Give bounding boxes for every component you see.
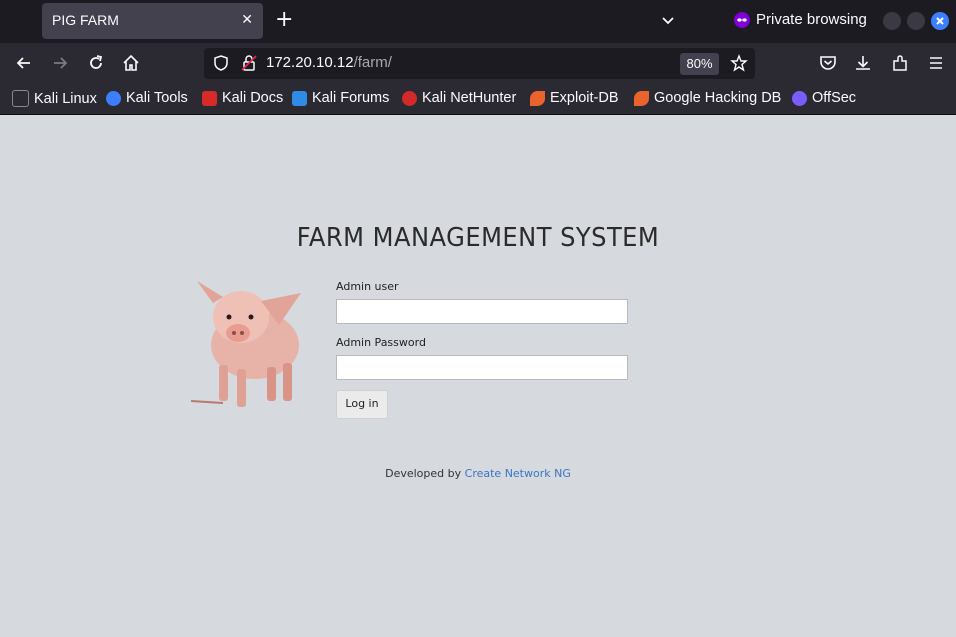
url-host: 172.20.10.12: [266, 54, 354, 71]
pig-image: [190, 281, 301, 407]
bookmark-label: OffSec: [812, 90, 857, 106]
insecure-lock-icon[interactable]: [240, 54, 258, 72]
bookmarks-toolbar: Kali Linux Kali Tools Kali Docs Kali For…: [0, 84, 956, 115]
nav-toolbar: 172.20.10.12/farm/ 80%: [0, 43, 956, 84]
menu-icon[interactable]: [926, 53, 946, 73]
admin-user-label: Admin user: [336, 280, 399, 293]
close-window-button[interactable]: [931, 12, 949, 30]
page-title: FARM MANAGEMENT SYSTEM: [296, 223, 660, 253]
bookmark-kali-nethunter[interactable]: Kali NetHunter: [402, 90, 516, 106]
bookmark-kali-forums[interactable]: Kali Forums: [292, 90, 389, 106]
kali-tools-icon: [106, 90, 121, 106]
bookmark-label: Kali NetHunter: [422, 90, 517, 106]
bookmark-label: Kali Linux: [34, 90, 97, 107]
tab-title: PIG FARM: [52, 12, 119, 28]
footer-text: Developed by: [385, 467, 465, 480]
offsec-icon: [792, 90, 807, 106]
admin-user-input[interactable]: [336, 299, 628, 324]
bookmark-star-icon[interactable]: [730, 54, 748, 72]
developer-link[interactable]: Create Network NG: [465, 467, 571, 480]
bookmark-label: Kali Docs: [222, 90, 284, 106]
new-tab-button[interactable]: +: [275, 9, 293, 31]
footer: Developed by Create Network NG: [0, 467, 956, 480]
bookmark-kali-linux[interactable]: Kali Linux: [12, 90, 97, 107]
kali-forums-icon: [292, 90, 307, 106]
close-tab-icon[interactable]: ✕: [241, 12, 253, 28]
bookmark-kali-tools[interactable]: Kali Tools: [106, 90, 188, 106]
bookmark-label: Kali Tools: [126, 90, 188, 106]
page-content: FARM MANAGEMENT SYSTEM Admin user Admin …: [0, 115, 956, 637]
bookmark-offsec[interactable]: OffSec: [792, 90, 856, 106]
bookmark-label: Kali Forums: [312, 90, 390, 106]
login-button[interactable]: Log in: [336, 390, 388, 419]
reload-icon[interactable]: [86, 53, 106, 73]
kali-dragon-icon: [12, 90, 29, 107]
ghdb-icon: [634, 90, 649, 106]
chevron-down-icon[interactable]: [660, 12, 676, 28]
url-path: /farm/: [353, 54, 392, 71]
pocket-icon[interactable]: [818, 53, 838, 73]
back-arrow-icon[interactable]: [14, 53, 34, 73]
home-icon[interactable]: [121, 53, 141, 73]
zoom-level-button[interactable]: 80%: [680, 53, 719, 75]
admin-password-label: Admin Password: [336, 336, 426, 349]
kali-docs-icon: [202, 90, 217, 106]
admin-password-input[interactable]: [336, 355, 628, 380]
extensions-icon[interactable]: [890, 53, 910, 73]
bookmark-exploit-db[interactable]: Exploit-DB: [530, 90, 619, 106]
close-icon: [936, 17, 944, 25]
kali-nethunter-icon: [402, 90, 417, 106]
bookmark-label: Google Hacking DB: [654, 90, 782, 106]
bookmark-kali-docs[interactable]: Kali Docs: [202, 90, 283, 106]
private-browsing-label: Private browsing: [756, 11, 867, 28]
exploit-db-icon: [530, 90, 545, 106]
forward-arrow-icon[interactable]: [50, 53, 70, 73]
tab-strip: PIG FARM ✕ + Private browsing: [0, 0, 956, 43]
shield-icon[interactable]: [212, 54, 230, 72]
download-icon[interactable]: [853, 53, 873, 73]
private-browsing-indicator: Private browsing: [734, 11, 867, 28]
url-bar[interactable]: 172.20.10.12/farm/ 80%: [204, 48, 755, 79]
minimize-button[interactable]: [883, 12, 901, 30]
url-text[interactable]: 172.20.10.12/farm/: [266, 54, 392, 71]
bookmark-label: Exploit-DB: [550, 90, 619, 106]
maximize-button[interactable]: [907, 12, 925, 30]
tab-pig-farm[interactable]: PIG FARM ✕: [42, 3, 263, 39]
private-mask-icon: [734, 11, 750, 28]
bookmark-google-hacking-db[interactable]: Google Hacking DB: [634, 90, 781, 106]
